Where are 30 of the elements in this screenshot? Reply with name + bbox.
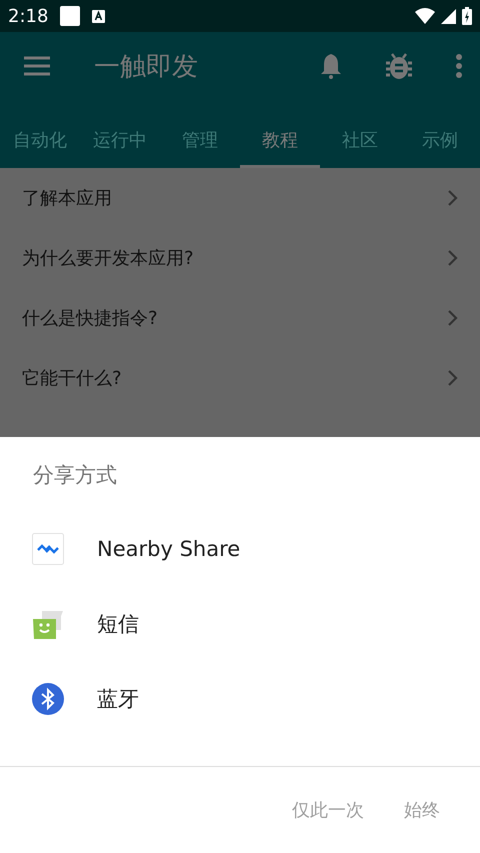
chevron-right-icon — [448, 370, 458, 386]
battery-icon — [462, 7, 472, 25]
notification-icon — [60, 6, 80, 26]
share-target[interactable]: 蓝牙 — [97, 684, 139, 712]
tab[interactable]: 运行中 — [80, 100, 160, 168]
nearby-share-icon — [32, 532, 64, 564]
tab[interactable]: 自动化 — [0, 100, 80, 168]
sheet-title: 分享方式 — [32, 462, 118, 489]
tab[interactable]: 社区 — [320, 100, 400, 168]
menu-icon[interactable] — [24, 56, 50, 76]
tutorial-item[interactable]: 它能干什么? — [22, 366, 448, 390]
bluetooth-icon — [32, 682, 64, 714]
status-time: 2:18 — [8, 6, 48, 26]
wifi-icon — [415, 8, 435, 24]
share-target[interactable]: 短信 — [97, 610, 139, 638]
keyboard-app-icon — [92, 10, 106, 22]
share-target[interactable]: Nearby Share — [97, 536, 240, 560]
tutorial-item[interactable]: 了解本应用 — [22, 186, 448, 210]
chevron-right-icon — [448, 310, 458, 326]
app-title: 一触即发 — [94, 50, 199, 84]
bug-icon[interactable] — [386, 52, 412, 80]
tab[interactable]: 示例 — [400, 100, 480, 168]
tab[interactable]: 管理 — [160, 100, 240, 168]
more-options-icon[interactable] — [456, 54, 462, 78]
bell-icon[interactable] — [320, 53, 342, 79]
chevron-right-icon — [448, 190, 458, 206]
tutorial-item[interactable]: 什么是快捷指令? — [22, 306, 448, 330]
chevron-right-icon — [448, 250, 458, 266]
signal-icon — [441, 8, 456, 24]
tutorial-item[interactable]: 为什么要开发本应用? — [22, 246, 448, 270]
